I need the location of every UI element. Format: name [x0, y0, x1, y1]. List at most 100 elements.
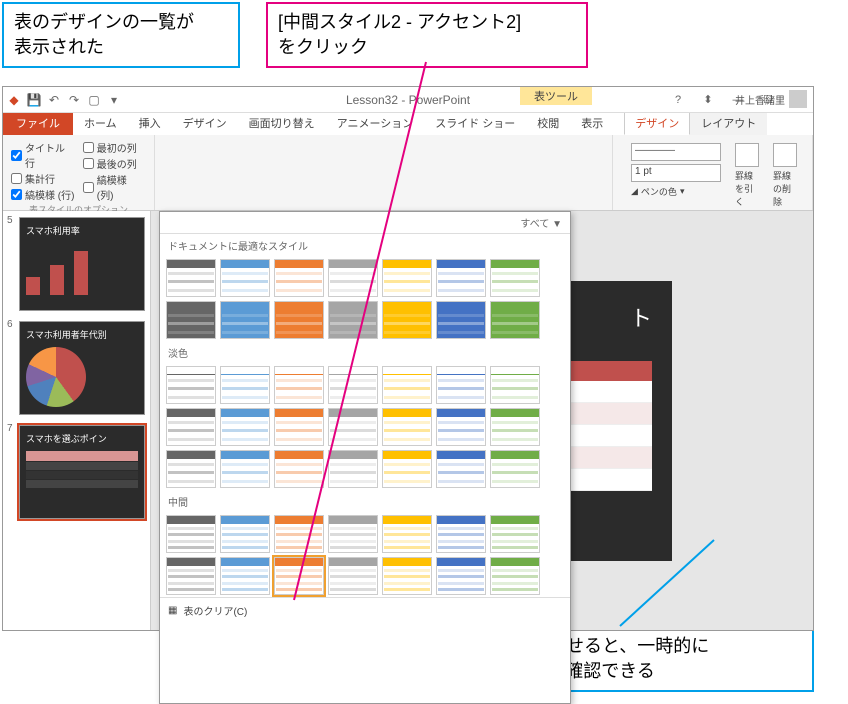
tab-slideshow[interactable]: スライド ショー	[424, 111, 526, 135]
tab-review[interactable]: 校閲	[526, 111, 570, 135]
table-style-swatch[interactable]	[436, 408, 486, 446]
table-style-swatch[interactable]	[436, 301, 486, 339]
table-style-swatch[interactable]	[382, 259, 432, 297]
table-style-swatch[interactable]	[490, 450, 540, 488]
thumb-7[interactable]: 7 スマホを選ぶポイン	[9, 425, 144, 519]
save-icon[interactable]: 💾	[27, 93, 41, 107]
section-light: 淡色	[160, 341, 570, 364]
table-style-swatch[interactable]	[166, 557, 216, 595]
table-style-swatch[interactable]	[166, 450, 216, 488]
table-style-swatch[interactable]	[382, 515, 432, 553]
gallery-filter[interactable]: すべて ▼	[520, 215, 562, 230]
table-style-swatch[interactable]	[490, 366, 540, 404]
pen-style-combo[interactable]: ————	[631, 143, 721, 161]
help-icon[interactable]: ?	[665, 91, 691, 109]
table-style-swatch[interactable]	[436, 366, 486, 404]
table-style-swatch[interactable]	[220, 259, 270, 297]
powerpoint-window: ◆ 💾 ↶ ↷ ▢ ▾ 表ツール Lesson32 - PowerPoint ?…	[2, 86, 814, 631]
table-style-swatch[interactable]	[220, 515, 270, 553]
chk-banded-col[interactable]: 縞模様 (列)	[83, 172, 146, 202]
chk-first-col[interactable]: 最初の列	[83, 140, 146, 155]
table-style-swatch[interactable]	[490, 515, 540, 553]
tab-insert[interactable]: 挿入	[128, 111, 172, 135]
table-style-swatch[interactable]	[382, 366, 432, 404]
table-style-swatch[interactable]	[328, 450, 378, 488]
table-style-swatch[interactable]	[382, 450, 432, 488]
table-style-swatch[interactable]	[166, 301, 216, 339]
tab-design[interactable]: デザイン	[172, 111, 238, 135]
start-icon[interactable]: ▢	[87, 93, 101, 107]
ribbon: タイトル行 集計行 縞模様 (行) 最初の列 最後の列 縞模様 (列) 表スタイ…	[3, 135, 813, 211]
table-style-swatch[interactable]	[436, 557, 486, 595]
thumb-num: 6	[7, 319, 13, 330]
thumb-img: スマホ利用率	[19, 217, 145, 311]
thumb-num: 7	[7, 423, 13, 434]
table-style-swatch[interactable]	[490, 259, 540, 297]
table-style-swatch[interactable]	[220, 366, 270, 404]
user-name: 井上香緒里	[735, 92, 785, 107]
clear-table-button[interactable]: ▦ 表のクリア(C)	[160, 597, 570, 623]
table-style-swatch[interactable]	[166, 259, 216, 297]
tab-transitions[interactable]: 画面切り替え	[238, 111, 326, 135]
tab-table-design[interactable]: デザイン	[624, 111, 690, 135]
table-style-swatch[interactable]	[274, 515, 324, 553]
group-style-options: タイトル行 集計行 縞模様 (行) 最初の列 最後の列 縞模様 (列) 表スタイ…	[3, 135, 155, 210]
table-style-swatch[interactable]	[436, 515, 486, 553]
table-style-swatch[interactable]	[328, 557, 378, 595]
table-style-swatch[interactable]	[328, 301, 378, 339]
table-style-swatch[interactable]	[220, 301, 270, 339]
callout-design-list: 表のデザインの一覧が 表示された	[2, 2, 240, 68]
table-style-swatch[interactable]	[490, 408, 540, 446]
thumb-img: スマホを選ぶポイン	[19, 425, 145, 519]
table-style-swatch[interactable]	[436, 450, 486, 488]
pencil-icon	[735, 143, 759, 167]
app-icon: ◆	[7, 93, 21, 107]
qat-customize-icon[interactable]: ▾	[107, 93, 121, 107]
table-style-swatch[interactable]	[328, 259, 378, 297]
slides-pane[interactable]: 5 スマホ利用率 6 スマホ利用者年代別 7 スマホを選ぶポイン	[3, 211, 151, 630]
table-style-swatch[interactable]	[436, 259, 486, 297]
table-style-swatch[interactable]	[220, 408, 270, 446]
table-style-swatch[interactable]	[382, 557, 432, 595]
tab-table-layout[interactable]: レイアウト	[690, 111, 767, 135]
ribbon-options-icon[interactable]: ⬍	[695, 91, 721, 109]
table-style-swatch[interactable]	[490, 301, 540, 339]
table-style-swatch[interactable]	[220, 450, 270, 488]
pen-color-button[interactable]: ◢ ペンの色 ▾	[631, 185, 721, 198]
chk-total-row[interactable]: 集計行	[11, 171, 75, 186]
tab-home[interactable]: ホーム	[73, 111, 128, 135]
tab-animations[interactable]: アニメーション	[326, 111, 425, 135]
table-style-swatch[interactable]	[490, 557, 540, 595]
tab-file[interactable]: ファイル	[3, 111, 73, 135]
table-style-swatch[interactable]	[274, 366, 324, 404]
redo-icon[interactable]: ↷	[67, 93, 81, 107]
table-style-medium2-accent2[interactable]	[274, 557, 324, 595]
avatar	[789, 90, 807, 108]
table-style-swatch[interactable]	[274, 301, 324, 339]
table-style-swatch[interactable]	[382, 408, 432, 446]
chk-banded-row[interactable]: 縞模様 (行)	[11, 187, 75, 202]
table-style-swatch[interactable]	[274, 450, 324, 488]
thumb-5[interactable]: 5 スマホ利用率	[9, 217, 144, 311]
tab-view[interactable]: 表示	[570, 111, 614, 135]
table-style-swatch[interactable]	[328, 366, 378, 404]
table-style-swatch[interactable]	[166, 408, 216, 446]
table-style-swatch[interactable]	[274, 259, 324, 297]
table-style-swatch[interactable]	[166, 366, 216, 404]
chk-header-row[interactable]: タイトル行	[11, 140, 75, 170]
erase-border-button[interactable]: 罫線の削除	[773, 143, 797, 208]
chk-last-col[interactable]: 最後の列	[83, 156, 146, 171]
table-style-swatch[interactable]	[220, 557, 270, 595]
pen-weight-combo[interactable]: 1 pt	[631, 164, 721, 182]
thumb-6[interactable]: 6 スマホ利用者年代別	[9, 321, 144, 415]
user-area[interactable]: 井上香緒里	[735, 90, 807, 108]
table-style-swatch[interactable]	[328, 408, 378, 446]
table-style-swatch[interactable]	[382, 301, 432, 339]
table-style-swatch[interactable]	[274, 408, 324, 446]
table-style-swatch[interactable]	[328, 515, 378, 553]
draw-border-button[interactable]: 罫線を引く	[735, 143, 759, 208]
undo-icon[interactable]: ↶	[47, 93, 61, 107]
thumb-img: スマホ利用者年代別	[19, 321, 145, 415]
callout-click-style: [中間スタイル2 - アクセント2] をクリック	[266, 2, 588, 68]
table-style-swatch[interactable]	[166, 515, 216, 553]
